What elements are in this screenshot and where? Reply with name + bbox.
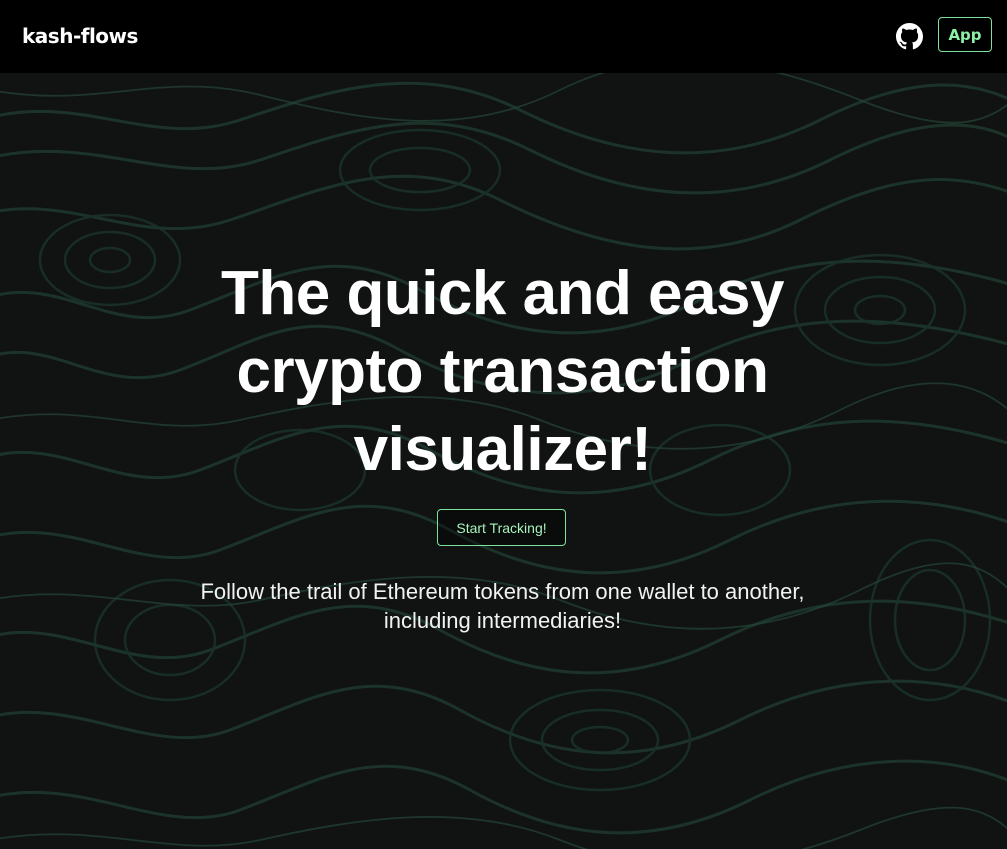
hero-subtitle: Follow the trail of Ethereum tokens from… [200, 579, 805, 633]
hero-title: The quick and easy crypto transaction vi… [221, 259, 785, 484]
app-button[interactable]: App [938, 17, 992, 52]
navbar: kash-flows App [0, 0, 1007, 73]
landing-page: kash-flows App The quick and easy crypto… [0, 0, 1007, 849]
brand-logo[interactable]: kash-flows [22, 22, 138, 50]
start-tracking-button[interactable]: Start Tracking! [437, 509, 566, 546]
github-icon[interactable] [896, 23, 923, 50]
